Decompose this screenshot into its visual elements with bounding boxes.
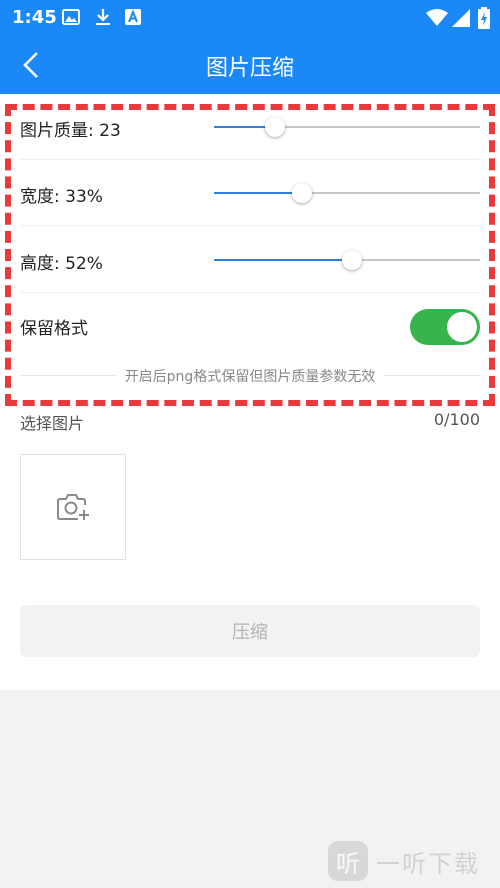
width-row: 宽度: 33%	[20, 160, 480, 226]
signal-icon	[452, 9, 470, 31]
toggle-knob	[447, 312, 477, 342]
slider-fill	[214, 192, 302, 194]
slider-thumb[interactable]	[265, 117, 286, 137]
slider-fill	[214, 259, 353, 261]
camera-plus-icon	[57, 494, 89, 520]
watermark-text: 一听下载	[376, 849, 480, 878]
quality-slider[interactable]	[214, 117, 480, 137]
keep-format-label: 保留格式	[20, 319, 88, 339]
keep-format-toggle[interactable]	[410, 309, 480, 345]
image-count: 0/100	[433, 410, 480, 429]
app-notification-icon	[124, 8, 142, 30]
slider-thumb[interactable]	[342, 250, 363, 270]
height-label: 高度: 52%	[20, 254, 103, 274]
page-title: 图片压缩	[205, 56, 294, 81]
compress-button[interactable]: 压缩	[20, 605, 480, 657]
height-slider[interactable]	[214, 250, 480, 270]
format-hint: 开启后png格式保留但图片质量参数无效	[0, 366, 500, 386]
wifi-icon	[426, 9, 448, 31]
status-time: 1:45	[12, 7, 57, 28]
width-slider[interactable]	[214, 183, 480, 203]
image-icon	[62, 8, 80, 30]
status-bar: 1:45	[0, 0, 500, 36]
slider-thumb[interactable]	[291, 183, 312, 203]
watermark-logo: 听	[328, 841, 368, 881]
battery-icon	[478, 7, 490, 33]
format-hint-text: 开启后png格式保留但图片质量参数无效	[116, 369, 384, 385]
width-label: 宽度: 33%	[20, 187, 103, 207]
add-image-button[interactable]	[20, 454, 126, 560]
quality-row: 图片质量: 23	[20, 94, 480, 160]
keep-format-row: 保留格式	[20, 294, 480, 360]
select-image-label: 选择图片	[20, 414, 85, 433]
settings-panel: 图片质量: 23 宽度: 33% 高度: 52% 保留格式	[0, 94, 500, 690]
app-bar: 图片压缩	[0, 36, 500, 94]
height-row: 高度: 52%	[20, 227, 480, 293]
watermark: 听 一听下载	[328, 836, 488, 886]
download-icon	[94, 8, 112, 30]
quality-label: 图片质量: 23	[20, 121, 121, 141]
